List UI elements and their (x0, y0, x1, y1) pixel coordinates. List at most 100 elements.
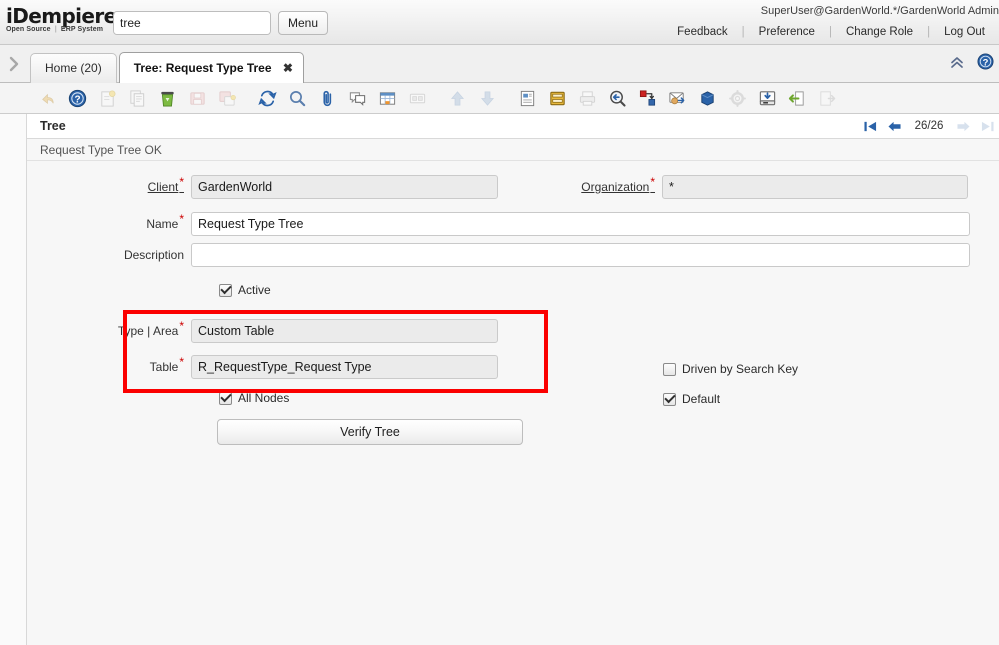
driven-by-search-key-row: Driven by Search Key (663, 362, 798, 376)
change-role-link[interactable]: Change Role (832, 26, 927, 38)
active-workflow-icon (638, 89, 657, 108)
table-label: Table* (27, 360, 191, 374)
import-button[interactable] (782, 85, 812, 111)
copy-record-button[interactable] (122, 85, 152, 111)
tab-home[interactable]: Home (20) (30, 53, 117, 83)
export-icon (758, 89, 777, 108)
table-field[interactable] (191, 355, 498, 379)
logout-link[interactable]: Log Out (930, 26, 999, 38)
field-row-type-area: Type | Area* (27, 319, 498, 343)
tab-tree-request-type-tree[interactable]: Tree: Request Type Tree ✖ (119, 52, 304, 83)
preference-link[interactable]: Preference (745, 26, 829, 38)
help-icon: ? (68, 89, 87, 108)
svg-text:?: ? (74, 94, 80, 105)
name-label: Name* (27, 217, 191, 231)
name-field[interactable] (191, 212, 970, 236)
previous-record-button[interactable] (887, 120, 902, 133)
field-row-client: Client* (27, 175, 498, 199)
left-panel-expand-button[interactable] (0, 45, 28, 82)
left-rail (0, 114, 27, 645)
help-button[interactable]: ? (977, 53, 994, 70)
request-button[interactable] (662, 85, 692, 111)
new-record-button[interactable] (92, 85, 122, 111)
export-button[interactable] (752, 85, 782, 111)
default-checkbox[interactable] (663, 393, 676, 406)
process-button[interactable] (722, 85, 752, 111)
tab-bar-actions: ? (949, 53, 994, 70)
record-counter: 26/26 (911, 114, 947, 139)
first-record-button[interactable] (863, 120, 878, 133)
chat-button[interactable] (342, 85, 372, 111)
chevron-double-up-icon (949, 55, 965, 69)
feedback-link[interactable]: Feedback (663, 26, 742, 38)
verify-tree-button[interactable]: Verify Tree (217, 419, 523, 445)
save-button[interactable] (182, 85, 212, 111)
next-record-button[interactable] (956, 120, 971, 133)
field-row-description: Description (27, 243, 970, 267)
active-checkbox-row: Active (219, 283, 271, 297)
refresh-button[interactable] (252, 85, 282, 111)
logo-tagline: Open Source | ERP System (6, 26, 114, 34)
required-marker: * (179, 355, 184, 369)
client-field[interactable] (191, 175, 498, 199)
header-links: Feedback | Preference | Change Role | Lo… (663, 26, 999, 38)
client-label[interactable]: Client* (27, 180, 191, 194)
delete-record-icon (158, 89, 177, 108)
grid-toggle-button[interactable] (372, 85, 402, 111)
required-marker: * (179, 175, 184, 189)
tab-list: Home (20) Tree: Request Type Tree ✖ (30, 52, 306, 83)
parent-record-button[interactable] (442, 85, 472, 111)
first-record-icon (863, 120, 878, 133)
content-area: Tree 26/26 (0, 114, 999, 645)
type-area-label: Type | Area* (27, 324, 191, 338)
idempiere-window: iDempiere Open Source | ERP System Menu … (0, 0, 999, 645)
default-row: Default (663, 392, 720, 406)
logo-tagline-left: Open Source (6, 26, 51, 33)
logo-text: iDempiere (6, 6, 114, 27)
active-workflow-button[interactable] (632, 85, 662, 111)
last-record-button[interactable] (980, 120, 995, 133)
attachment-button[interactable] (312, 85, 342, 111)
field-row-name: Name* (27, 212, 970, 236)
active-checkbox[interactable] (219, 284, 232, 297)
attachment-icon (318, 89, 337, 108)
detail-record-button[interactable] (472, 85, 502, 111)
zoom-across-icon (608, 89, 627, 108)
exit-button[interactable] (812, 85, 842, 111)
archive-button[interactable] (542, 85, 572, 111)
close-icon[interactable]: ✖ (283, 61, 293, 75)
organization-label[interactable]: Organization* (496, 180, 662, 194)
description-field[interactable] (191, 243, 970, 267)
organization-field[interactable] (662, 175, 968, 199)
help-toolbar-button[interactable]: ? (62, 85, 92, 111)
next-record-icon (956, 120, 971, 133)
menu-button[interactable]: Menu (278, 11, 328, 35)
find-icon (288, 89, 307, 108)
undo-button[interactable] (32, 85, 62, 111)
type-area-label-text: Type | Area (118, 324, 179, 338)
required-marker: * (179, 319, 184, 333)
report-button[interactable] (512, 85, 542, 111)
help-icon: ? (977, 53, 994, 70)
archive-icon (548, 89, 567, 108)
save-create-new-button[interactable] (212, 85, 242, 111)
description-label-text: Description (124, 248, 184, 262)
undo-icon (38, 89, 57, 108)
delete-record-button[interactable] (152, 85, 182, 111)
copy-record-icon (128, 89, 147, 108)
type-area-field[interactable] (191, 319, 498, 343)
multi-selection-button[interactable] (402, 85, 432, 111)
print-button[interactable] (572, 85, 602, 111)
collapse-button[interactable] (949, 55, 965, 69)
find-button[interactable] (282, 85, 312, 111)
global-search[interactable] (113, 11, 271, 35)
table-label-text: Table (150, 360, 179, 374)
field-row-organization: Organization* (496, 175, 968, 199)
save-create-new-icon (218, 89, 237, 108)
logo-tagline-right: ERP System (61, 26, 103, 33)
search-input[interactable] (114, 12, 271, 34)
zoom-across-button[interactable] (602, 85, 632, 111)
driven-by-search-key-checkbox[interactable] (663, 363, 676, 376)
product-info-button[interactable] (692, 85, 722, 111)
all-nodes-checkbox[interactable] (219, 392, 232, 405)
